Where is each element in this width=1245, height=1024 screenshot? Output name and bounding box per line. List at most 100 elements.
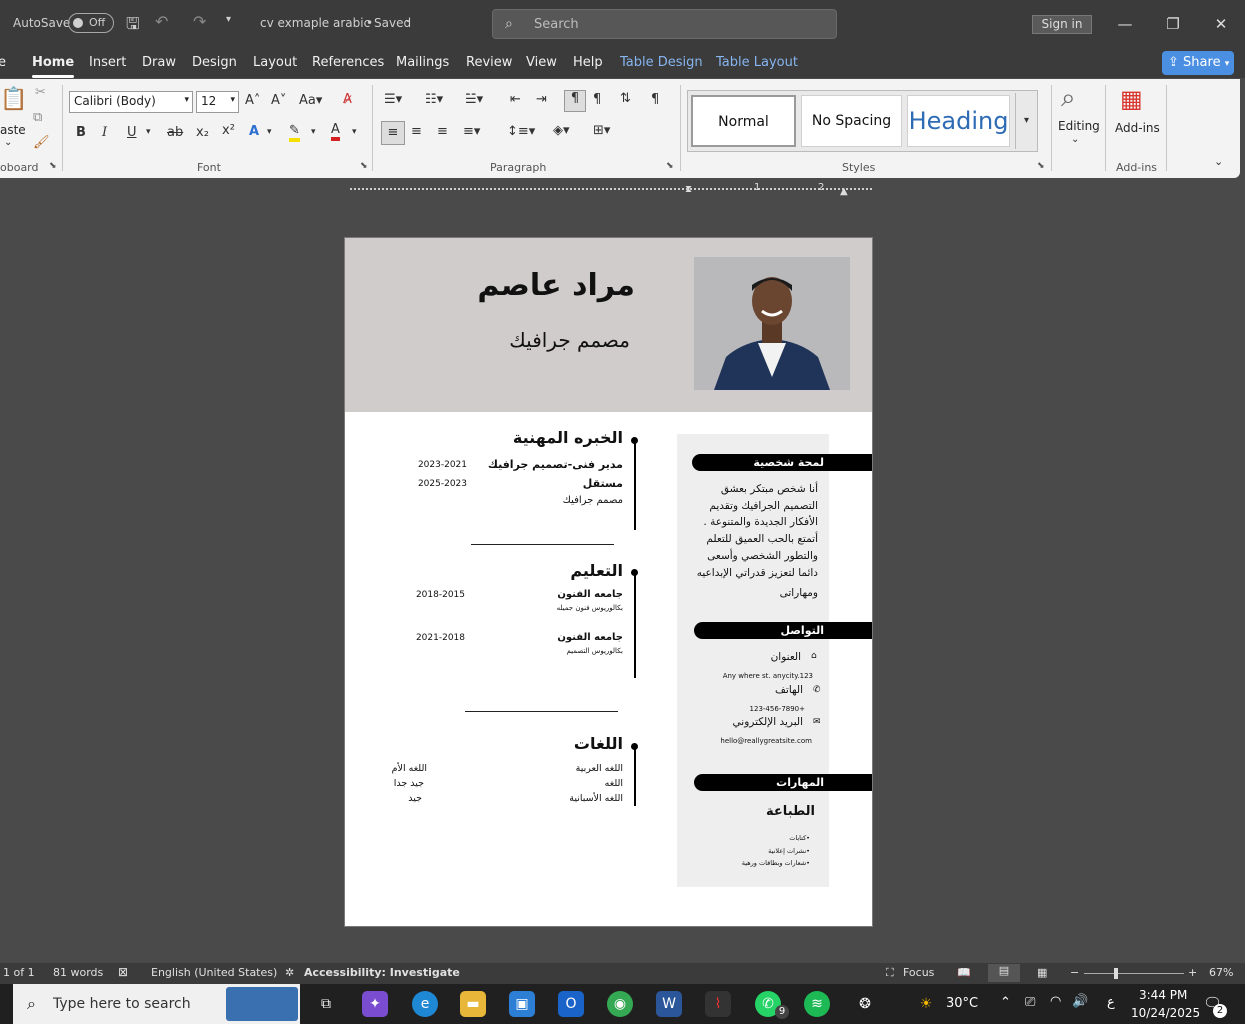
tab-layout[interactable]: Layout [253, 55, 297, 70]
clear-formatting-icon[interactable]: A̷ [343, 92, 352, 107]
text-effects-icon[interactable]: A [249, 124, 259, 139]
ltr-direction-icon[interactable]: ¶ [564, 90, 586, 112]
font-color-icon[interactable]: A [331, 122, 340, 141]
tab-table-layout[interactable]: Table Layout [716, 55, 798, 70]
chevron-down-icon[interactable]: ⌄ [404, 15, 412, 25]
redo-icon[interactable]: ↷ [193, 12, 206, 31]
grow-font-icon[interactable]: A˄ [245, 93, 260, 108]
strikethrough-icon[interactable]: ab [167, 125, 183, 140]
document-title[interactable]: cv exmaple arabic [260, 16, 370, 30]
tab-file[interactable]: e [0, 55, 6, 70]
bullets-icon[interactable]: ☰▾ [384, 92, 402, 107]
cut-icon[interactable]: ✂ [35, 85, 46, 100]
restore-icon[interactable]: ❐ [1161, 12, 1185, 36]
shading-icon[interactable]: ◈▾ [553, 123, 570, 138]
increase-indent-icon[interactable]: ⇥ [536, 92, 547, 107]
highlight-icon[interactable]: ✎ [289, 123, 300, 142]
align-right-icon[interactable]: ≡ [437, 124, 448, 139]
tab-table-design[interactable]: Table Design [620, 55, 703, 70]
multilevel-list-icon[interactable]: ☱▾ [465, 92, 483, 107]
chatgpt-icon[interactable]: ❂ [852, 991, 878, 1017]
dialog-launcher-icon[interactable]: ⬊ [666, 161, 674, 171]
chevron-down-icon[interactable]: ▾ [311, 127, 316, 137]
align-left-icon[interactable]: ≡ [381, 121, 405, 145]
app-icon[interactable]: ⌇ [705, 991, 731, 1017]
underline-icon[interactable]: U [127, 125, 137, 140]
align-center-icon[interactable]: ≡ [411, 124, 422, 139]
style-heading[interactable]: Heading [907, 95, 1010, 147]
sign-in-button[interactable]: Sign in [1032, 15, 1092, 34]
undo-icon[interactable]: ↶ [155, 12, 168, 31]
copilot-icon[interactable]: ✦ [362, 991, 388, 1017]
print-layout-icon[interactable]: ▤ [988, 964, 1020, 982]
editing-label[interactable]: Editing [1058, 119, 1100, 133]
copy-icon[interactable]: ⧉ [33, 110, 42, 125]
subscript-icon[interactable]: x₂ [196, 125, 209, 140]
line-spacing-icon[interactable]: ↕≡▾ [507, 124, 535, 139]
chevron-down-icon[interactable]: ▾ [146, 127, 151, 137]
profile-photo[interactable] [694, 257, 850, 390]
close-icon[interactable]: ✕ [1209, 12, 1233, 36]
dialog-launcher-icon[interactable]: ⬊ [49, 161, 57, 171]
minimize-icon[interactable]: — [1113, 12, 1137, 36]
chevron-down-icon[interactable]: ⌄ [1071, 134, 1079, 145]
paste-icon[interactable]: 📋 [0, 87, 27, 123]
indent-marker-icon[interactable]: ⧗ [685, 184, 693, 195]
tab-references[interactable]: References [312, 55, 384, 70]
tab-help[interactable]: Help [573, 55, 603, 70]
page-count[interactable]: 1 of 1 [3, 966, 35, 979]
read-mode-icon[interactable]: 📖 [957, 966, 971, 979]
sort-icon[interactable]: ⇅ [620, 91, 631, 106]
font-name-dropdown[interactable]: Calibri (Body) ▾ [69, 91, 193, 113]
chevron-up-icon[interactable]: ⌃ [1000, 995, 1011, 1010]
outlook-icon[interactable]: O [558, 991, 584, 1017]
accessibility-icon[interactable]: ✲ [285, 966, 294, 979]
document-page[interactable]: مراد عاصم مصمم جرافيك لمحة شخصية أنا شخص… [344, 237, 873, 927]
autosave-toggle[interactable]: Off [68, 13, 114, 33]
bold-icon[interactable]: B [76, 125, 86, 140]
zoom-in-icon[interactable]: + [1188, 966, 1197, 979]
word-count[interactable]: 81 words [53, 966, 103, 979]
styles-more-icon[interactable]: ▾ [1015, 93, 1037, 149]
save-icon[interactable]: 🖫 [126, 13, 140, 40]
volume-icon[interactable]: 🔊 [1072, 994, 1088, 1009]
weather-icon[interactable]: ☀ [913, 991, 939, 1017]
addins-icon[interactable]: ▦ [1120, 85, 1143, 113]
tab-view[interactable]: View [526, 55, 557, 70]
italic-icon[interactable]: I [102, 125, 107, 140]
tab-mailings[interactable]: Mailings [396, 55, 449, 70]
chrome-icon[interactable]: ◉ [607, 991, 633, 1017]
show-marks-icon[interactable]: ¶ [651, 92, 659, 107]
focus-icon[interactable]: ⛶ [886, 966, 894, 980]
tab-draw[interactable]: Draw [142, 55, 176, 70]
accessibility-status[interactable]: Accessibility: Investigate [304, 966, 460, 979]
focus-label[interactable]: Focus [903, 966, 934, 979]
font-size-dropdown[interactable]: 12 ▾ [196, 91, 239, 113]
chevron-down-icon[interactable]: ⌄ [4, 137, 12, 148]
tab-home[interactable]: Home [32, 55, 75, 78]
zoom-level[interactable]: 67% [1209, 966, 1233, 979]
tab-design[interactable]: Design [192, 55, 237, 70]
wifi-icon[interactable]: ◠ [1050, 994, 1061, 1009]
horizontal-ruler[interactable]: ⧗ 1 2 ▲ [350, 182, 872, 197]
zoom-slider[interactable] [1084, 973, 1184, 974]
paste-label[interactable]: aste [0, 123, 26, 137]
find-icon[interactable]: ⌕ [1061, 83, 1076, 114]
word-icon[interactable]: W [656, 991, 682, 1017]
chevron-down-icon[interactable]: ▾ [267, 127, 272, 137]
zoom-slider-handle[interactable] [1114, 968, 1118, 979]
clock-date[interactable]: 10/24/2025 [1131, 1006, 1200, 1020]
task-view-icon[interactable]: ⧉ [313, 991, 339, 1017]
search-highlight-image[interactable] [226, 987, 298, 1021]
addins-label[interactable]: Add-ins [1115, 121, 1160, 135]
file-explorer-icon[interactable]: ▬ [460, 991, 486, 1017]
shrink-font-icon[interactable]: A˅ [271, 93, 286, 108]
decrease-indent-icon[interactable]: ⇤ [510, 92, 521, 107]
borders-icon[interactable]: ⊞▾ [593, 123, 610, 138]
chevron-down-icon[interactable]: ▾ [352, 127, 357, 137]
collapse-ribbon-icon[interactable]: ⌄ [1214, 155, 1223, 168]
input-language[interactable]: ع [1107, 995, 1115, 1010]
rtl-direction-icon[interactable]: ¶ [593, 92, 601, 107]
zoom-out-icon[interactable]: − [1070, 966, 1079, 979]
store-icon[interactable]: ▣ [509, 991, 535, 1017]
